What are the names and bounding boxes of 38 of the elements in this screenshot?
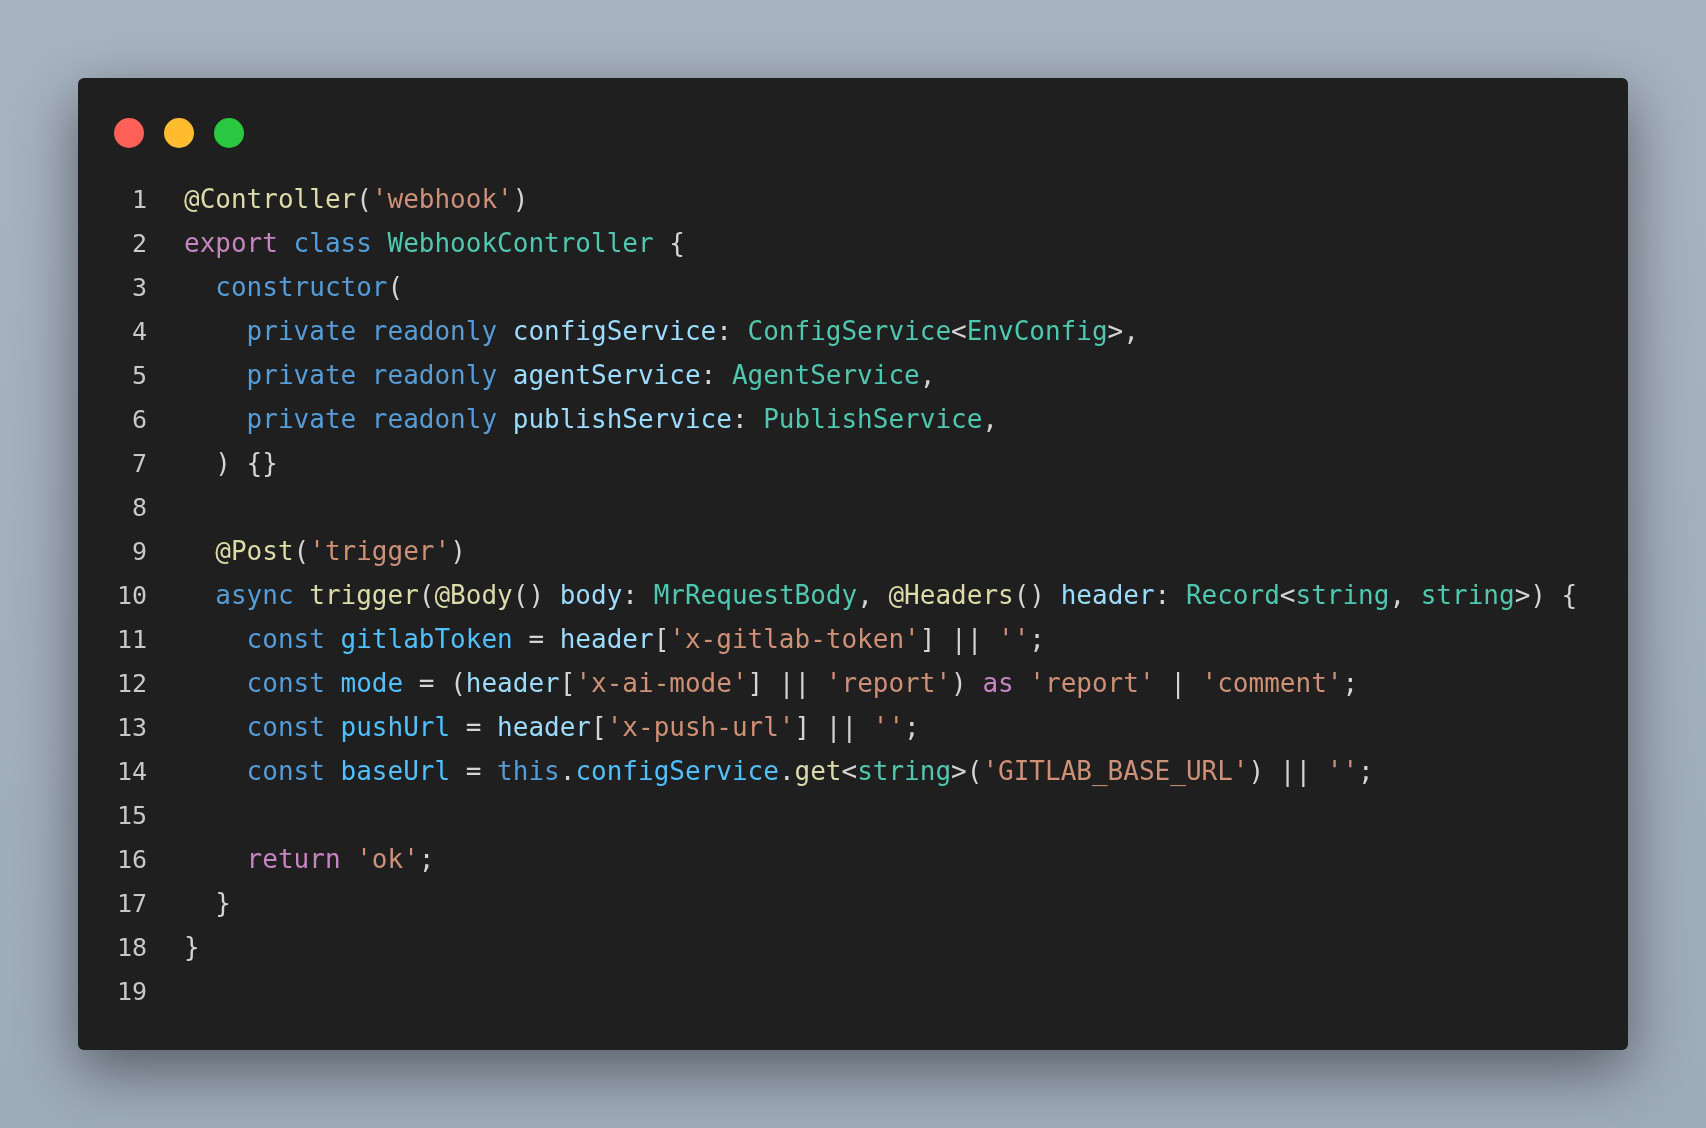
minimize-control-icon: [164, 118, 194, 148]
code-line: private readonly configService: ConfigService<EnvConfig>,: [245, 316, 1139, 346]
line-number: 2: [130, 228, 148, 258]
line-number: 7: [130, 448, 148, 478]
code-line: @Post('trigger'): [214, 536, 466, 566]
line-number: 14: [115, 756, 148, 786]
line-number: 18: [115, 932, 148, 962]
line-number: 12: [115, 668, 148, 698]
code-line: const gitlabToken = header['x-gitlab-token'] || '';: [245, 624, 1045, 654]
code-line: private readonly publishService: PublishService,: [245, 404, 998, 434]
code-line: const baseUrl = this.configService.get<string>('GITLAB_BASE_URL') || '';: [245, 756, 1374, 786]
line-number: 16: [115, 844, 148, 874]
line-number: 5: [130, 360, 148, 390]
line-number: 15: [115, 800, 148, 830]
code-line: const pushUrl = header['x-push-url'] || '';: [245, 712, 920, 742]
line-number: 13: [115, 712, 148, 742]
line-number: 3: [130, 272, 148, 302]
code-line: async trigger(@Body() body: MrRequestBody, @Headers() header: Record<string, string>) {: [214, 580, 1578, 610]
code-line: }: [184, 932, 200, 962]
line-number: 19: [115, 976, 148, 1006]
line-number: 11: [115, 624, 148, 654]
close-control-icon: [114, 118, 144, 148]
code-line: export class WebhookController {: [184, 228, 685, 258]
code-line: ) {}: [214, 448, 278, 478]
code-line: @Controller('webhook'): [184, 184, 529, 214]
line-number: 8: [130, 492, 148, 522]
line-number: 1: [130, 184, 148, 214]
line-number: 9: [130, 536, 148, 566]
code-line: constructor(: [214, 272, 404, 302]
line-number: 4: [130, 316, 148, 346]
line-number: 17: [115, 888, 148, 918]
line-number: 10: [115, 580, 148, 610]
zoom-control-icon: [214, 118, 244, 148]
code-line: const mode = (header['x-ai-mode'] || 'report') as 'report' | 'comment';: [245, 668, 1359, 698]
code-line: }: [214, 888, 231, 918]
code-line: return 'ok';: [245, 844, 435, 874]
line-number: 6: [130, 404, 148, 434]
code-line: private readonly agentService: AgentService,: [245, 360, 936, 390]
